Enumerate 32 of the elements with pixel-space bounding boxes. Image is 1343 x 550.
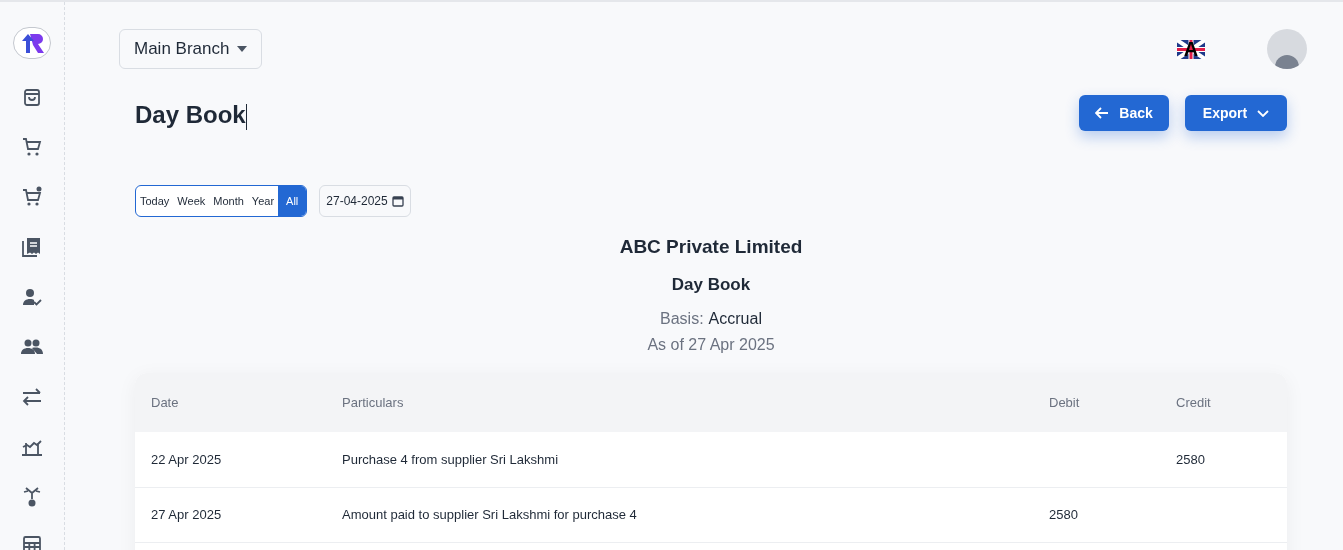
as-of-date: As of 27 Apr 2025: [647, 335, 775, 355]
basis-value: Accrual: [708, 309, 762, 329]
logo-icon[interactable]: [13, 27, 51, 59]
arrow-left-icon: [1095, 107, 1110, 119]
column-header: Debit: [1033, 373, 1160, 432]
avatar[interactable]: [1267, 29, 1307, 69]
branch-select[interactable]: Main Branch: [119, 29, 263, 69]
table-cell: 2580: [1176, 451, 1205, 467]
table-cell: 22 Apr 2025: [151, 451, 222, 467]
table-cell: Purchase 4 from supplier Sri Lakshmi: [342, 451, 559, 467]
back-button[interactable]: Back: [1079, 95, 1169, 131]
column-header: Particulars: [326, 373, 1033, 432]
report-title: Day Book: [671, 273, 751, 296]
table-cell: 27 Apr 2025: [151, 506, 222, 522]
caret-icon: [237, 46, 248, 52]
export-button[interactable]: Export: [1185, 95, 1287, 131]
period-tab[interactable]: Today: [136, 186, 174, 216]
period-tab[interactable]: Month: [209, 186, 248, 216]
date-field[interactable]: 27-04-2025: [319, 185, 411, 217]
column-header: Date: [135, 373, 326, 432]
period-tab[interactable]: Week: [173, 186, 210, 216]
company-name: ABC Private Limited: [619, 235, 803, 259]
calendar-icon[interactable]: [391, 195, 404, 207]
page-title: Day Book: [135, 100, 247, 132]
table-cell: Amount paid to supplier Sri Lakshmi for purchase 4: [342, 506, 637, 522]
flag-icon[interactable]: A: [1177, 39, 1205, 59]
period-tab[interactable]: Year: [247, 186, 279, 216]
period-tab[interactable]: All: [278, 186, 307, 216]
table-cell: 2580: [1049, 506, 1078, 522]
column-header: Credit: [1160, 373, 1287, 432]
chevron-down-icon: [1257, 109, 1270, 117]
basis-label: Basis:: [660, 309, 704, 329]
